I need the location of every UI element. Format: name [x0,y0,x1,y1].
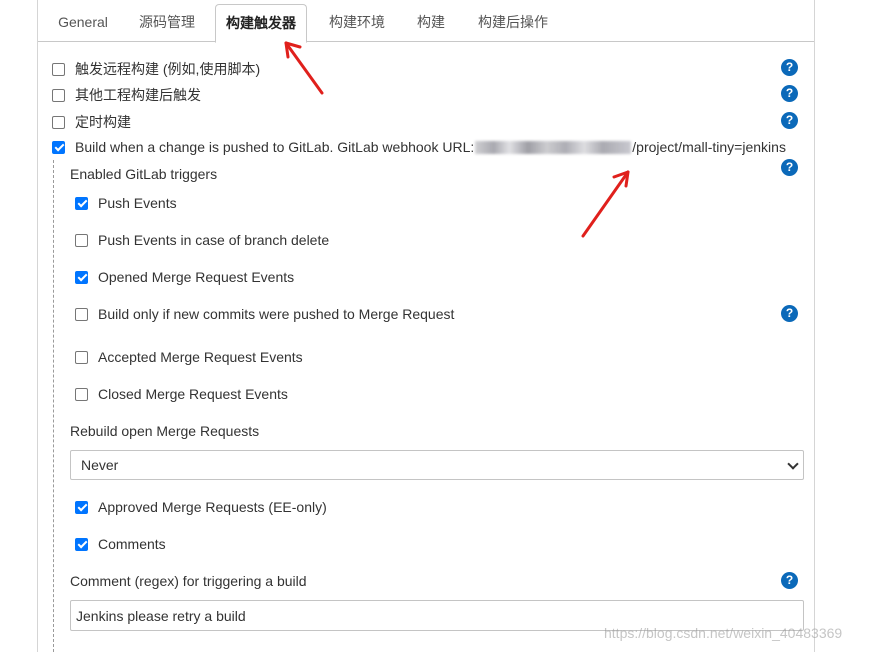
enabled-triggers-label: Enabled GitLab triggers [70,166,218,182]
comment-regex-value: Jenkins please retry a build [76,608,246,624]
trigger-gitlab-checkbox[interactable] [52,140,65,154]
new-commits-mr-label: Build only if new commits were pushed to… [98,306,455,322]
option-push-branch-delete[interactable]: Push Events in case of branch delete [75,232,329,248]
tab-build-environment[interactable]: 构建环境 [317,0,397,42]
tab-source-management[interactable]: 源码管理 [127,0,207,42]
rebuild-mr-label: Rebuild open Merge Requests [70,423,260,439]
push-branch-delete-label: Push Events in case of branch delete [98,232,330,248]
question-circle-icon[interactable]: ? [781,305,798,322]
question-circle-icon[interactable]: ? [781,572,798,589]
option-push-events[interactable]: Push Events [75,195,177,211]
trigger-gitlab-label-prefix: Build when a change is pushed to GitLab.… [75,139,475,155]
question-circle-icon[interactable]: ? [781,59,798,76]
comments-label: Comments [98,536,166,552]
opened-mr-checkbox[interactable] [75,270,88,284]
accepted-mr-checkbox[interactable] [75,350,88,364]
push-branch-delete-checkbox[interactable] [75,233,88,247]
option-closed-mr[interactable]: Closed Merge Request Events [75,386,288,402]
option-opened-mr[interactable]: Opened Merge Request Events [75,269,294,285]
trigger-after-other[interactable]: 其他工程构建后触发 [52,85,201,105]
closed-mr-checkbox[interactable] [75,387,88,401]
rebuild-mr-selected: Never [81,457,119,473]
tab-build-triggers[interactable]: 构建触发器 [215,4,307,43]
accepted-mr-label: Accepted Merge Request Events [98,349,303,365]
trigger-gitlab-label-suffix: /project/mall-tiny=jenkins [632,139,786,155]
approved-mr-checkbox[interactable] [75,500,88,514]
chevron-down-icon [787,458,799,470]
comment-regex-label: Comment (regex) for triggering a build [70,573,307,589]
trigger-remote[interactable]: 触发远程构建 (例如,使用脚本) [52,59,260,79]
tab-build[interactable]: 构建 [408,0,454,42]
tab-bar: General 源码管理 构建触发器 构建环境 构建 构建后操作 [38,0,814,43]
approved-mr-label: Approved Merge Requests (EE-only) [98,499,327,515]
trigger-remote-label: 触发远程构建 (例如,使用脚本) [75,61,261,77]
question-circle-icon[interactable]: ? [781,112,798,129]
option-accepted-mr[interactable]: Accepted Merge Request Events [75,349,303,365]
closed-mr-label: Closed Merge Request Events [98,386,288,402]
trigger-gitlab[interactable]: Build when a change is pushed to GitLab.… [52,139,786,155]
opened-mr-label: Opened Merge Request Events [98,269,295,285]
nested-section-guide [53,160,54,652]
option-new-commits-mr[interactable]: Build only if new commits were pushed to… [75,306,454,322]
option-approved-mr[interactable]: Approved Merge Requests (EE-only) [75,499,327,515]
question-circle-icon[interactable]: ? [781,159,798,176]
comments-checkbox[interactable] [75,537,88,551]
rebuild-mr-select[interactable]: Never [70,450,804,480]
push-events-checkbox[interactable] [75,196,88,210]
trigger-periodic-label: 定时构建 [75,114,131,130]
trigger-after-other-label: 其他工程构建后触发 [75,87,201,103]
tab-general[interactable]: General [49,0,117,42]
trigger-periodic[interactable]: 定时构建 [52,112,131,132]
push-events-label: Push Events [98,195,177,211]
trigger-remote-checkbox[interactable] [52,62,65,76]
trigger-after-other-checkbox[interactable] [52,88,65,102]
option-comments[interactable]: Comments [75,536,166,552]
watermark-text: https://blog.csdn.net/weixin_40483369 [604,625,843,641]
tab-post-build[interactable]: 构建后操作 [466,0,560,42]
question-circle-icon[interactable]: ? [781,85,798,102]
new-commits-mr-checkbox[interactable] [75,307,88,321]
trigger-periodic-checkbox[interactable] [52,115,65,129]
redacted-host [475,140,632,154]
